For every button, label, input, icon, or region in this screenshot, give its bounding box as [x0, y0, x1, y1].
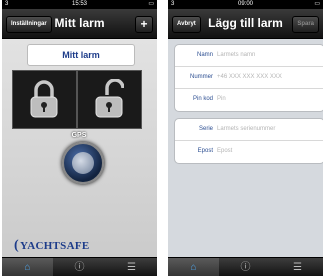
logo-swoosh: ( [14, 238, 19, 253]
field-label: Nummer [189, 74, 213, 80]
tab-bar: ⌂ ⓘ ☰ [2, 257, 157, 276]
field-label: Pin kod [192, 96, 213, 102]
padlock-locked-icon [30, 80, 58, 118]
padlock-unlocked-icon [95, 79, 124, 118]
tab-info[interactable]: ⓘ [220, 258, 271, 276]
pin-field[interactable]: Pin kod Pin [175, 89, 323, 110]
battery-icon: ▭ [148, 1, 154, 7]
info-icon: ⓘ [240, 262, 251, 273]
battery-icon: ▭ [314, 1, 320, 7]
field-label: Serie [198, 126, 213, 132]
nav-bar: Mitt larm Inställningar + [2, 9, 157, 39]
clock: 09:00 [237, 1, 253, 7]
alarm-name-button[interactable]: Mitt larm [27, 44, 135, 66]
add-alarm-button[interactable]: + [135, 16, 153, 33]
globe-icon [72, 152, 94, 174]
tab-bar: ⌂ ⓘ ☰ [168, 257, 323, 276]
alarm-form-group: Namn Larmets namn Nummer +46 XXX XXX XXX… [174, 44, 323, 112]
name-field[interactable]: Namn Larmets namn [175, 45, 323, 67]
tab-info[interactable]: ⓘ [54, 258, 105, 276]
screen-mitt-larm: 3 15:53 ▭ Mitt larm Inställningar + Mitt… [2, 0, 157, 276]
pin-input[interactable]: Pin [217, 89, 226, 110]
nav-bar: Lägg till larm Avbryt Spara [168, 9, 323, 39]
email-input[interactable]: Epost [217, 141, 232, 162]
tab-list[interactable]: ☰ [106, 258, 157, 276]
unlock-button[interactable] [77, 70, 142, 129]
name-input[interactable]: Larmets namn [217, 45, 255, 66]
cancel-button[interactable]: Avbryt [172, 16, 201, 33]
yachtsafe-logo: (YACHTSAFE [14, 238, 90, 254]
field-label: Epost [197, 148, 213, 154]
field-label: Namn [196, 52, 213, 58]
gps-button[interactable] [62, 142, 104, 184]
status-bar: 3 09:00 ▭ [168, 0, 323, 9]
status-bar: 3 15:53 ▭ [2, 0, 157, 9]
tab-list[interactable]: ☰ [272, 258, 323, 276]
list-icon: ☰ [293, 262, 302, 273]
serial-input[interactable]: Larmets serienummer [217, 119, 275, 140]
home-icon: ⌂ [190, 262, 197, 273]
number-field[interactable]: Nummer +46 XXX XXX XXX XXX [175, 67, 323, 89]
clock: 15:53 [71, 1, 87, 7]
number-input[interactable]: +46 XXX XXX XXX XXX [217, 67, 282, 88]
serial-field[interactable]: Serie Larmets serienummer [175, 119, 323, 141]
gps-label: GPS [71, 132, 87, 139]
lock-button[interactable] [12, 70, 77, 129]
tab-home[interactable]: ⌂ [2, 258, 53, 276]
save-button[interactable]: Spara [292, 16, 319, 33]
settings-button[interactable]: Inställningar [6, 16, 52, 33]
logo-text: YACHTSAFE [19, 240, 90, 252]
info-icon: ⓘ [74, 262, 85, 273]
home-icon: ⌂ [24, 262, 31, 273]
screen-add-alarm: 3 09:00 ▭ Lägg till larm Avbryt Spara Na… [168, 0, 323, 276]
list-icon: ☰ [127, 262, 136, 273]
email-field[interactable]: Epost Epost [175, 141, 323, 162]
alarm-form-group-2: Serie Larmets serienummer Epost Epost [174, 118, 323, 164]
tab-home[interactable]: ⌂ [168, 258, 219, 276]
